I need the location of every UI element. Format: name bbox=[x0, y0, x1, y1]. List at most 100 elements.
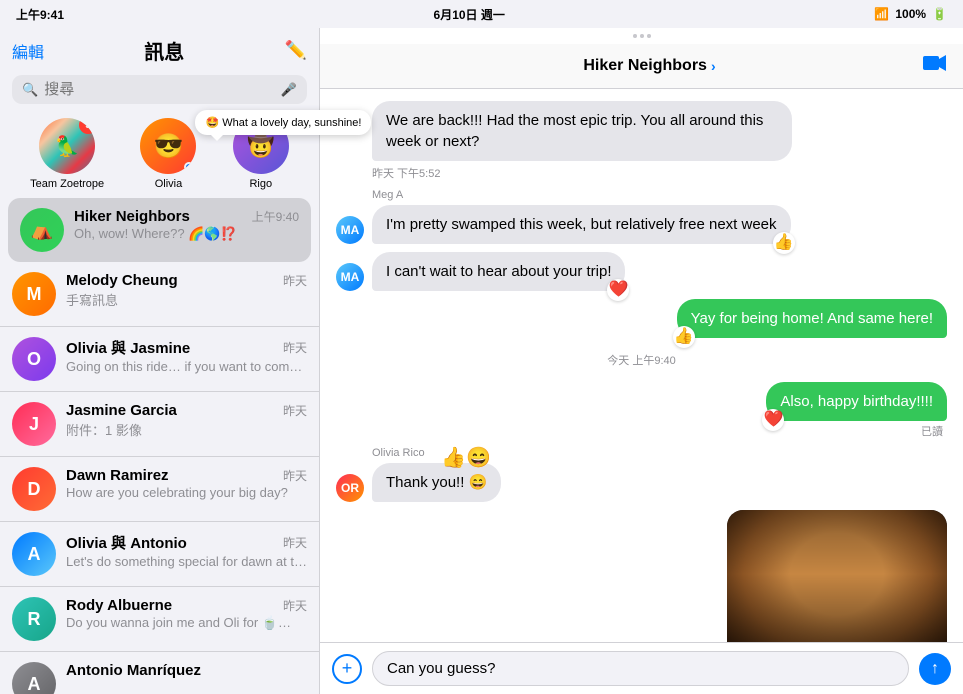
sticker-reaction-m7: 👍😄 bbox=[441, 445, 491, 470]
reaction-m6: ❤️ bbox=[762, 409, 784, 431]
message-4: Yay for being home! And same here! 👍 bbox=[336, 299, 947, 338]
sender-label-m2: Meg A bbox=[372, 189, 403, 201]
chat-panel: Hiker Neighbors › We are back!!! Had the… bbox=[320, 28, 963, 694]
rody-albuerne-time: 昨天 bbox=[283, 597, 307, 614]
compose-button[interactable]: ✏️ bbox=[285, 40, 307, 61]
chat-dots bbox=[320, 28, 963, 44]
conv-item-rody-albuerne[interactable]: R Rody Albuerne 昨天 Do you wanna join me … bbox=[0, 587, 319, 652]
message-6: Also, happy birthday!!!! ❤️ 已讀 bbox=[336, 382, 947, 439]
olivia-jasmine-preview: Going on this ride… if you want to come … bbox=[66, 359, 307, 374]
olivia-antonio-time: 昨天 bbox=[283, 534, 307, 551]
conv-item-melody-cheung[interactable]: M Melody Cheung 昨天 手寫訊息 bbox=[0, 262, 319, 327]
olivia-jasmine-content: Olivia 與 Jasmine 昨天 Going on this ride… … bbox=[66, 337, 307, 374]
reaction-m2: 👍 bbox=[773, 232, 795, 254]
rody-albuerne-preview: Do you wanna join me and Oli for 🍵☕🔍 bre… bbox=[66, 615, 307, 631]
team-zoetrope-avatar: 🦜 5 bbox=[39, 118, 95, 174]
bubble-m4: Yay for being home! And same here! 👍 bbox=[677, 299, 947, 338]
melody-cheung-content: Melody Cheung 昨天 手寫訊息 bbox=[66, 272, 307, 309]
olivia-antonio-name: Olivia 與 Antonio bbox=[66, 532, 187, 553]
conv-item-hiker-neighbors[interactable]: ⛺ Hiker Neighbors 上午9:40 Oh, wow! Where?… bbox=[8, 198, 311, 262]
chat-dot-3 bbox=[647, 34, 651, 38]
pinned-contact-team-zoetrope[interactable]: 🦜 5 Team Zoetrope bbox=[30, 118, 104, 190]
team-zoetrope-name: Team Zoetrope bbox=[30, 178, 104, 190]
status-date: 6月10日 週一 bbox=[434, 6, 505, 23]
photo-face bbox=[727, 510, 947, 642]
chat-header: Hiker Neighbors › bbox=[320, 44, 963, 89]
message-1: We are back!!! Had the most epic trip. Y… bbox=[336, 101, 947, 181]
olivia-name: Olivia bbox=[155, 178, 183, 190]
sidebar-title: 訊息 bbox=[44, 36, 285, 65]
rigo-name: Rigo bbox=[249, 178, 272, 190]
sidebar: 編輯 訊息 ✏️ 🔍 🎤 🦜 5 Team Zoetrope 🤩 What a … bbox=[0, 28, 320, 694]
reaction-m3: ❤️ bbox=[607, 279, 629, 301]
msg-avatar-mega: MA bbox=[336, 216, 364, 244]
msg-timestamp-m1: 昨天 下午5:52 bbox=[372, 165, 440, 181]
msg-avatar-olivia-rico: OR bbox=[336, 474, 364, 502]
send-icon: ↑ bbox=[931, 660, 939, 678]
bubble-m7-wrapper: Thank you!! 😄 👍😄 bbox=[372, 463, 501, 502]
hiker-neighbors-time: 上午9:40 bbox=[252, 208, 299, 225]
messages-area: We are back!!! Had the most epic trip. Y… bbox=[320, 89, 963, 642]
conv-item-olivia-antonio[interactable]: A Olivia 與 Antonio 昨天 Let's do something… bbox=[0, 522, 319, 587]
rody-albuerne-content: Rody Albuerne 昨天 Do you wanna join me an… bbox=[66, 597, 307, 631]
melody-cheung-avatar: M bbox=[12, 272, 56, 316]
mic-icon[interactable]: 🎤 bbox=[281, 82, 297, 98]
edit-button[interactable]: 編輯 bbox=[12, 39, 44, 63]
reaction-m4: 👍 bbox=[673, 326, 695, 348]
antonio-manriquez-avatar: A bbox=[12, 662, 56, 694]
chat-photo bbox=[727, 510, 947, 642]
olivia-antonio-avatar: A bbox=[12, 532, 56, 576]
antonio-manriquez-content: Antonio Manríquez bbox=[66, 662, 307, 680]
add-attachment-button[interactable]: + bbox=[332, 654, 362, 684]
conv-item-dawn-ramirez[interactable]: D Dawn Ramirez 昨天 How are you celebratin… bbox=[0, 457, 319, 522]
antonio-manriquez-name: Antonio Manríquez bbox=[66, 662, 201, 679]
jasmine-garcia-content: Jasmine Garcia 昨天 附件：1 影像 bbox=[66, 402, 307, 439]
pinned-contact-olivia[interactable]: 🤩 What a lovely day, sunshine! 😎 Olivia bbox=[140, 118, 196, 190]
send-button[interactable]: ↑ bbox=[919, 653, 951, 685]
chat-dot-2 bbox=[640, 34, 644, 38]
dawn-ramirez-content: Dawn Ramirez 昨天 How are you celebrating … bbox=[66, 467, 307, 500]
bubble-m1: We are back!!! Had the most epic trip. Y… bbox=[372, 101, 792, 161]
dawn-ramirez-avatar: D bbox=[12, 467, 56, 511]
chat-header-center[interactable]: Hiker Neighbors › bbox=[583, 57, 715, 75]
bubble-m3: I can't wait to hear about your trip! ❤️ bbox=[372, 252, 625, 291]
hiker-neighbors-avatar: ⛺ bbox=[20, 208, 64, 252]
olivia-jasmine-avatar: O bbox=[12, 337, 56, 381]
conv-item-antonio-manriquez[interactable]: A Antonio Manríquez bbox=[0, 652, 319, 694]
conv-item-olivia-jasmine[interactable]: O Olivia 與 Jasmine 昨天 Going on this ride… bbox=[0, 327, 319, 392]
olivia-antonio-content: Olivia 與 Antonio 昨天 Let's do something s… bbox=[66, 532, 307, 569]
battery-percent: 100% bbox=[895, 7, 926, 21]
jasmine-garcia-avatar: J bbox=[12, 402, 56, 446]
message-7: Olivia Rico OR Thank you!! 😄 👍😄 bbox=[336, 447, 947, 502]
hiker-neighbors-preview: Oh, wow! Where?? 🌈🌎⁉️ bbox=[74, 226, 299, 242]
video-call-button[interactable] bbox=[923, 54, 947, 78]
melody-cheung-time: 昨天 bbox=[283, 272, 307, 289]
status-indicators: 📶 100% 🔋 bbox=[874, 7, 947, 21]
dawn-ramirez-name: Dawn Ramirez bbox=[66, 467, 169, 484]
olivia-jasmine-time: 昨天 bbox=[283, 339, 307, 356]
sidebar-header: 編輯 訊息 ✏️ bbox=[0, 28, 319, 69]
message-input[interactable]: Can you guess? bbox=[372, 651, 909, 686]
olivia-jasmine-name: Olivia 與 Jasmine bbox=[66, 337, 190, 358]
olivia-avatar: 😎 bbox=[140, 118, 196, 174]
timestamp-today: 今天 上午9:40 bbox=[336, 352, 947, 368]
status-time: 上午9:41 bbox=[16, 6, 64, 23]
olivia-antonio-preview: Let's do something special for dawn at t… bbox=[66, 554, 307, 569]
melody-cheung-preview: 手寫訊息 bbox=[66, 290, 307, 309]
rody-albuerne-name: Rody Albuerne bbox=[66, 597, 172, 614]
conv-item-jasmine-garcia[interactable]: J Jasmine Garcia 昨天 附件：1 影像 bbox=[0, 392, 319, 457]
tooltip-bubble: 🤩 What a lovely day, sunshine! bbox=[195, 110, 371, 135]
olivia-blue-dot bbox=[184, 162, 194, 172]
bubble-m2: I'm pretty swamped this week, but relati… bbox=[372, 205, 791, 244]
dawn-ramirez-time: 昨天 bbox=[283, 467, 307, 484]
message-8 bbox=[336, 510, 947, 642]
search-bar[interactable]: 🔍 🎤 bbox=[12, 75, 307, 104]
melody-cheung-name: Melody Cheung bbox=[66, 272, 178, 289]
msg-avatar-mega-2: MA bbox=[336, 263, 364, 291]
jasmine-garcia-name: Jasmine Garcia bbox=[66, 402, 177, 419]
search-input[interactable] bbox=[44, 81, 275, 98]
input-text: Can you guess? bbox=[387, 660, 495, 677]
search-icon: 🔍 bbox=[22, 82, 38, 98]
jasmine-garcia-preview: 附件：1 影像 bbox=[66, 420, 307, 439]
jasmine-garcia-time: 昨天 bbox=[283, 402, 307, 419]
